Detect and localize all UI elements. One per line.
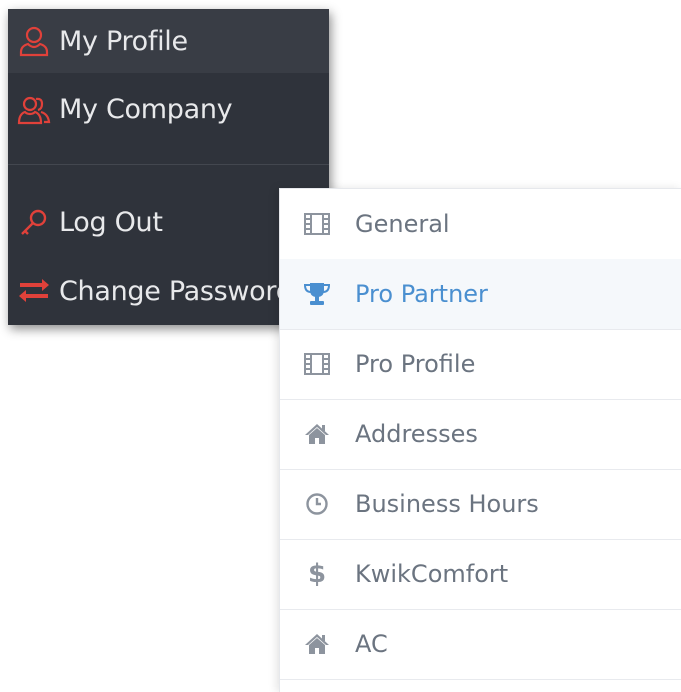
nav-item-business-hours[interactable]: Business Hours: [280, 469, 681, 540]
user-icon: [16, 23, 52, 59]
menu-item-label: My Company: [59, 93, 233, 125]
menu-item-label: Log Out: [59, 206, 163, 238]
nav-item-pro-profile[interactable]: Pro Profile: [280, 329, 681, 400]
nav-item-label: KwikComfort: [355, 560, 509, 588]
home-icon: [300, 417, 334, 451]
menu-item-label: Change Password: [59, 275, 293, 307]
menu-divider: [8, 164, 329, 165]
dollar-icon: $: [307, 559, 327, 589]
film-icon: [300, 207, 334, 241]
clock-icon: [300, 487, 334, 521]
home-icon: [300, 627, 334, 661]
nav-item-label: Business Hours: [355, 490, 539, 518]
nav-item-label: AC: [355, 630, 388, 658]
nav-item-pro-partner[interactable]: Pro Partner: [280, 259, 681, 330]
menu-item-label: My Profile: [59, 25, 188, 57]
menu-item-my-company[interactable]: My Company: [8, 73, 329, 145]
nav-item-addresses[interactable]: Addresses: [280, 399, 681, 470]
nav-item-general[interactable]: General: [280, 189, 681, 260]
settings-nav: General Pro Partner Pro Profile Addresse…: [279, 188, 681, 692]
film-icon: [300, 347, 334, 381]
users-icon: [16, 91, 52, 127]
key-icon: [16, 204, 52, 240]
nav-item-label: Pro Partner: [355, 280, 488, 308]
nav-item-label: Addresses: [355, 420, 478, 448]
trophy-icon: [300, 277, 334, 311]
nav-item-label: General: [355, 210, 450, 238]
nav-item-label: Pro Profile: [355, 350, 476, 378]
menu-item-my-profile[interactable]: My Profile: [8, 9, 329, 73]
exchange-icon: [16, 273, 52, 309]
nav-item-ac[interactable]: AC: [280, 609, 681, 680]
nav-item-kwikcomfort[interactable]: $ KwikComfort: [280, 539, 681, 610]
